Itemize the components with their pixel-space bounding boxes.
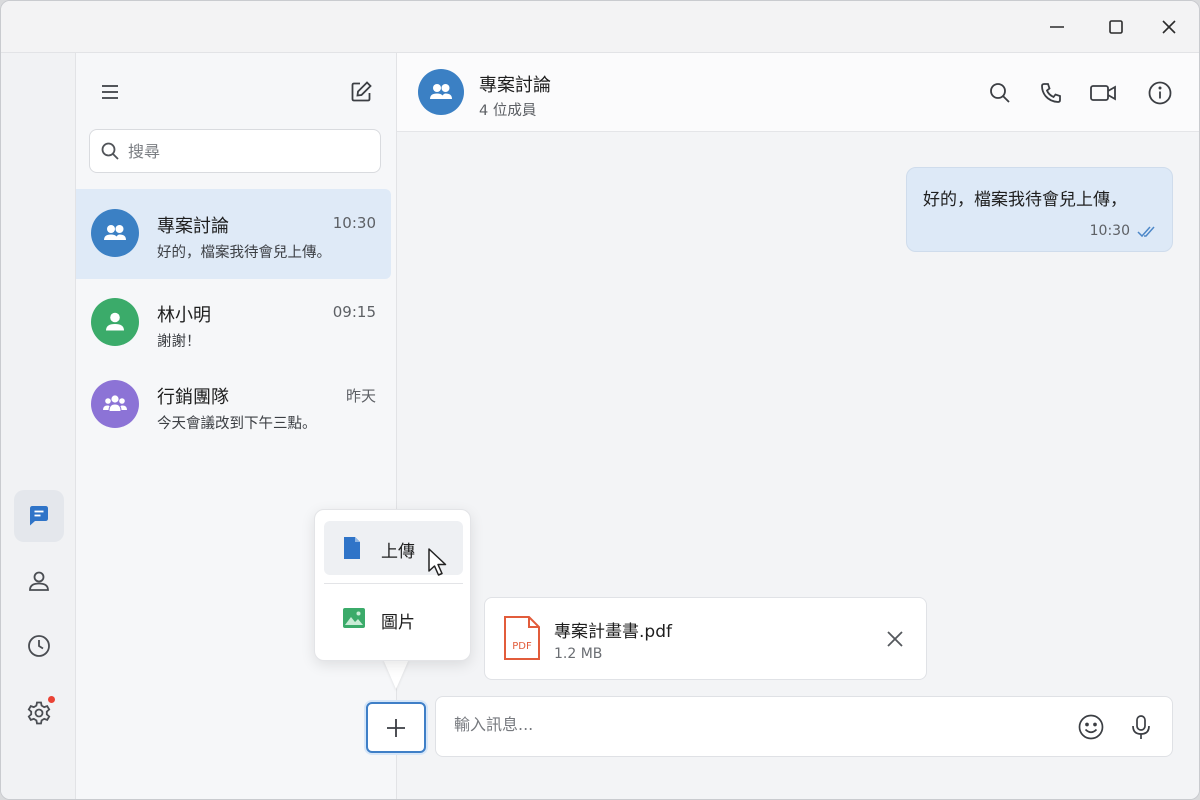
chat-icon (30, 506, 48, 526)
attachment-menu: 上傳 圖片 (314, 509, 471, 661)
attachment-preview: PDF 專案計畫書.pdf 1.2 MB (484, 597, 927, 680)
conversation-list-panel: 專案討論 10:30 好的，檔案我待會兒上傳。 林小明 09:15 謝謝！ (76, 53, 397, 799)
message-bubble: 好的，檔案我待會兒上傳， 10:30 (906, 167, 1173, 252)
maximize-button[interactable] (1102, 13, 1130, 41)
history-icon (28, 635, 50, 657)
conversation-name: 林小明 (157, 305, 211, 326)
search-chat-button[interactable] (984, 77, 1016, 109)
nav-rail (1, 53, 76, 799)
video-icon (1090, 85, 1116, 101)
search-input[interactable] (128, 141, 368, 161)
search-icon (101, 142, 119, 160)
chat-panel: 專案討論 4 位成員 好的，檔案我待會兒上傳， 10:30 PDF 專案計畫書.… (397, 53, 1199, 799)
team-icon (103, 395, 127, 411)
compose-button[interactable] (346, 77, 376, 107)
close-icon (887, 631, 903, 647)
conversation-item[interactable]: 林小明 09:15 謝謝！ (76, 279, 391, 369)
attachment-size: 1.2 MB (554, 646, 603, 662)
menu-button[interactable] (95, 77, 125, 107)
chat-header: 專案討論 4 位成員 (397, 53, 1199, 132)
plus-icon (387, 718, 405, 737)
message-composer (435, 696, 1173, 757)
emoji-button[interactable] (1075, 711, 1107, 743)
title-bar (1, 1, 1199, 53)
compose-icon (351, 81, 372, 102)
microphone-icon (1132, 715, 1150, 739)
message-input[interactable] (454, 715, 1054, 734)
attachment-name: 專案計畫書.pdf (554, 622, 672, 642)
rail-settings[interactable] (14, 687, 64, 739)
conversation-preview: 好的，檔案我待會兒上傳。 (157, 245, 331, 261)
menu-divider (324, 583, 463, 584)
conversation-preview: 今天會議改到下午三點。 (157, 416, 317, 432)
read-receipt-icon (1137, 224, 1157, 243)
conversation-item[interactable]: 行銷團隊 昨天 今天會議改到下午三點。 (76, 361, 391, 451)
menu-item-image[interactable]: 圖片 (324, 592, 463, 646)
chat-avatar (418, 69, 464, 115)
group-icon (430, 84, 452, 99)
contacts-icon (29, 571, 49, 591)
remove-attachment-button[interactable] (882, 626, 908, 652)
voice-call-button[interactable] (1035, 77, 1067, 109)
search-box[interactable] (89, 129, 381, 173)
chat-title: 專案討論 (479, 75, 551, 96)
minimize-button[interactable] (1043, 13, 1071, 41)
conversation-time: 昨天 (345, 387, 376, 405)
conversation-time: 10:30 (332, 214, 376, 232)
conversation-time: 09:15 (332, 303, 376, 321)
mouse-cursor-icon (427, 547, 449, 583)
avatar (91, 380, 139, 428)
info-icon (1148, 81, 1172, 105)
message-time: 10:30 (1089, 223, 1130, 239)
conversation-name: 行銷團隊 (157, 387, 229, 408)
settings-icon (27, 701, 51, 725)
rail-history[interactable] (14, 620, 64, 672)
pdf-badge-label: PDF (512, 641, 532, 652)
hamburger-icon (102, 85, 118, 99)
search-icon (990, 83, 1010, 103)
conversation-item[interactable]: 專案討論 10:30 好的，檔案我待會兒上傳。 (76, 189, 391, 279)
menu-item-label: 上傳 (381, 542, 415, 562)
emoji-icon (1078, 714, 1104, 740)
group-icon (104, 225, 126, 240)
avatar (91, 209, 139, 257)
message-text: 好的，檔案我待會兒上傳， (923, 190, 1127, 210)
avatar (91, 298, 139, 346)
person-icon (106, 312, 124, 331)
minimize-icon (1050, 26, 1064, 28)
close-window-button[interactable] (1155, 13, 1183, 41)
conversation-preview: 謝謝！ (157, 334, 201, 350)
add-attachment-button[interactable] (366, 702, 426, 753)
image-icon (342, 607, 366, 633)
close-icon (1162, 20, 1176, 34)
app-window: 專案討論 10:30 好的，檔案我待會兒上傳。 林小明 09:15 謝謝！ (0, 0, 1200, 800)
member-count: 4 位成員 (479, 103, 537, 119)
notification-dot (47, 695, 56, 704)
voice-input-button[interactable] (1125, 711, 1157, 743)
menu-item-label: 圖片 (381, 613, 415, 633)
popup-arrow (383, 659, 409, 689)
maximize-icon (1109, 20, 1123, 34)
phone-icon (1041, 83, 1061, 103)
conversation-name: 專案討論 (157, 216, 229, 237)
file-icon (342, 536, 362, 564)
rail-chats[interactable] (14, 490, 64, 542)
chat-info-button[interactable] (1144, 77, 1176, 109)
video-call-button[interactable] (1087, 77, 1119, 109)
pdf-file-icon: PDF (503, 615, 541, 665)
rail-contacts[interactable] (14, 555, 64, 607)
